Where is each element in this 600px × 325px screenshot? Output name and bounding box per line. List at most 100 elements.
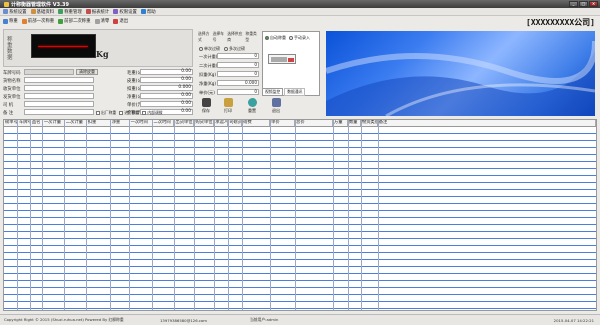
- title-bar: 计称衡器管理软件 V3.39 _ □ ×: [0, 0, 600, 8]
- menu-system-settings[interactable]: 系统设置: [3, 9, 27, 15]
- receiver-label: 收货单位: [3, 87, 21, 92]
- help-icon: [140, 9, 146, 14]
- col-volume[interactable]: 方量: [333, 120, 348, 126]
- toolbar: 称重 前部一次称重 前部二次称重 清零 退出: [0, 17, 600, 25]
- remark-input[interactable]: [24, 109, 94, 115]
- deduct-weight-value[interactable]: 0: [217, 71, 259, 77]
- clock: 2015-04-07 14:22:21: [553, 317, 594, 323]
- col-buyer[interactable]: 购货单位: [194, 120, 215, 126]
- plate-input[interactable]: [24, 69, 74, 75]
- checkbox-icon: [119, 111, 124, 115]
- first-weight-row: 一次计重(Kg) 0: [199, 53, 259, 59]
- goods-input[interactable]: [24, 77, 94, 83]
- weigh-button[interactable]: 称重: [3, 18, 18, 24]
- grid-rows[interactable]: [4, 127, 596, 310]
- driver-label: 司 机: [3, 103, 14, 108]
- receiver-input[interactable]: [24, 85, 94, 91]
- col-net[interactable]: 净重: [111, 120, 130, 126]
- key-icon: [113, 9, 119, 14]
- weight-panel: 称重数据 Kg: [3, 29, 193, 67]
- auto-weigh-radio[interactable]: 自动称重: [265, 35, 286, 41]
- col-total[interactable]: 总价: [295, 120, 333, 126]
- maximize-button[interactable]: □: [579, 1, 588, 7]
- manual-entry-radio[interactable]: 手动录入: [289, 35, 310, 41]
- col-deduct[interactable]: 扣重: [87, 120, 111, 126]
- tab-comm[interactable]: 数据通讯: [284, 88, 306, 96]
- col-quantity[interactable]: 数量: [348, 120, 361, 126]
- col-category[interactable]: 物资类别: [361, 120, 378, 126]
- gross-value[interactable]: 0.00: [140, 69, 193, 75]
- minimize-button[interactable]: _: [569, 1, 578, 7]
- single-weigh-radio[interactable]: 单次过磅: [199, 46, 220, 52]
- weigh-type-checks: 出厂称重 进厂称重 内部调拨: [96, 110, 166, 116]
- company-name: [XXXXXXXXX公司]: [526, 18, 595, 27]
- col-second-weight[interactable]: 二次计量: [65, 120, 87, 126]
- save-icon: [201, 98, 211, 107]
- unit-price-value[interactable]: 0: [217, 89, 259, 95]
- col-first-time[interactable]: 一次时间: [130, 120, 153, 126]
- menu-reports[interactable]: 报表统计: [85, 9, 109, 15]
- check-inbound[interactable]: 进厂称重: [119, 110, 139, 116]
- first-weigh-button[interactable]: 前部一次称重: [21, 18, 54, 24]
- contact-email: 13979386580@126.com: [160, 317, 207, 323]
- second-weigh-button[interactable]: 前部二次称重: [58, 18, 91, 24]
- gear-icon: [3, 9, 8, 14]
- col-remark[interactable]: 备注: [378, 120, 596, 126]
- col-plate[interactable]: 车牌号: [18, 120, 31, 126]
- zero-icon: [94, 18, 100, 24]
- checkbox-icon: [96, 111, 100, 115]
- tare-value[interactable]: 0.00: [140, 77, 193, 83]
- deduct-value[interactable]: 0.000: [140, 85, 193, 91]
- col-fee[interactable]: 磅费: [242, 120, 271, 126]
- database-icon: [30, 9, 36, 14]
- col-ticket-no[interactable]: 磅单号: [4, 120, 18, 126]
- clear-tare-button[interactable]: 清除皮重: [76, 69, 98, 75]
- form-row: 司 机 单价(元) 0.00: [0, 101, 195, 109]
- camera-tabs: 视频监控 数据通讯: [262, 88, 320, 96]
- col-operator[interactable]: 司磅员: [228, 120, 243, 126]
- check-internal[interactable]: 内部调拨: [142, 110, 163, 116]
- wave-graphic: [326, 40, 595, 116]
- radio-icon: [224, 47, 228, 51]
- first-weight-value[interactable]: 0: [217, 53, 259, 59]
- form-row: 货物名称 皮重(公斤) 0.00: [0, 77, 195, 85]
- action-buttons: 保存 打印 重置 退出: [197, 98, 297, 118]
- weight-display: [31, 34, 96, 58]
- quit-icon: [271, 98, 281, 107]
- quit-button[interactable]: 退出: [267, 98, 285, 114]
- menu-permissions[interactable]: 权限设置: [113, 9, 137, 15]
- zero-button[interactable]: 清零: [94, 18, 109, 24]
- second-weight-value[interactable]: 0: [217, 62, 259, 68]
- records-grid[interactable]: 磅单号 车牌号 品名 一次计量 二次计量 扣重 净重 一次时间 二次时间 出货单…: [3, 119, 597, 311]
- print-icon: [223, 98, 233, 107]
- status-bar: Copyright Right © 2015 (Shuzi.ruhua.net)…: [0, 314, 600, 325]
- weigh-icon: [3, 18, 8, 24]
- col-unit-price[interactable]: 单价: [270, 120, 296, 126]
- exit-icon: [113, 18, 119, 24]
- driver-input[interactable]: [24, 101, 94, 107]
- menu-weighing[interactable]: 称重管理: [58, 9, 82, 15]
- sender-input[interactable]: [24, 93, 94, 99]
- menu-base-data[interactable]: 基础资料: [30, 9, 54, 15]
- col-shipper[interactable]: 出货单位: [174, 120, 195, 126]
- weight-unit: Kg: [96, 49, 109, 59]
- col-second-time[interactable]: 二次时间: [153, 120, 175, 126]
- col-first-weight[interactable]: 一次计量: [43, 120, 65, 126]
- mode-header: 选择方式 选择车号 选择供应商 称重类型: [198, 31, 257, 42]
- check-outbound[interactable]: 出厂称重: [96, 110, 116, 116]
- close-button[interactable]: ×: [589, 1, 598, 7]
- net-value[interactable]: 0.00: [140, 93, 193, 99]
- menu-help[interactable]: 帮助: [140, 9, 156, 15]
- price-value[interactable]: 0.00: [140, 101, 193, 107]
- save-button[interactable]: 保存: [197, 98, 215, 114]
- multi-weigh-radio[interactable]: 多次过磅: [224, 46, 245, 52]
- reset-button[interactable]: 重置: [243, 98, 261, 114]
- second-weight-row: 二次计重(Kg) 0: [199, 62, 259, 68]
- print-button[interactable]: 打印: [219, 98, 237, 114]
- tab-video[interactable]: 视频监控: [262, 88, 284, 96]
- exit-button[interactable]: 退出: [113, 18, 128, 24]
- form-row: 车牌号码 清除皮重 毛重(公斤) 0.00: [0, 69, 195, 77]
- net-weight-value[interactable]: 0.000: [217, 80, 259, 86]
- col-carrier[interactable]: 承运人: [214, 120, 229, 126]
- deduct-weight-row: 扣重(Kg) 0: [199, 71, 259, 77]
